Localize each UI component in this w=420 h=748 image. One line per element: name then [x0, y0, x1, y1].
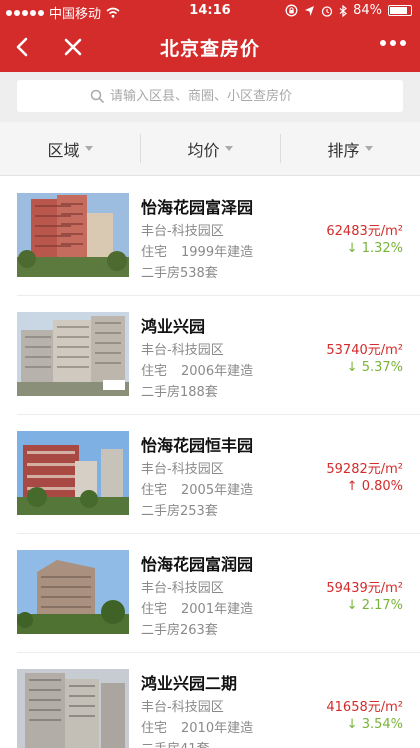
build-year: 1999年建造 — [181, 245, 254, 260]
filter-label: 区域 — [47, 140, 80, 160]
property-type: 住宅 — [141, 245, 168, 260]
battery-percent: 84% — [353, 3, 382, 18]
status-bar: 中国移动 14:16 84% — [0, 0, 420, 22]
avg-price: 53740元/m² — [326, 343, 403, 358]
type-year: 住宅 2006年建造 — [141, 360, 253, 379]
rotation-lock-icon — [285, 4, 298, 17]
battery-icon — [388, 5, 412, 16]
search-box[interactable] — [17, 80, 403, 112]
property-type: 住宅 — [141, 721, 168, 736]
filter-sort[interactable]: 排序 — [280, 122, 420, 175]
build-year: 2001年建造 — [181, 602, 254, 617]
build-year: 2006年建造 — [181, 364, 254, 379]
community-name: 怡海花园恒丰园 — [141, 436, 254, 455]
price-change: ↑ 0.80% — [346, 479, 403, 494]
build-year: 2010年建造 — [181, 721, 254, 736]
search-input[interactable] — [110, 88, 330, 104]
bluetooth-icon — [339, 4, 348, 17]
alarm-icon — [321, 5, 333, 17]
caret-down-icon — [364, 146, 373, 151]
page-title: 北京查房价 — [159, 38, 260, 60]
property-type: 住宅 — [141, 602, 168, 617]
list-item[interactable]: 鸿业兴园 丰台-科技园区 住宅 2006年建造 二手房188套 53740元/m… — [17, 296, 420, 415]
listing-count: 二手房188套 — [141, 385, 218, 400]
list-item[interactable]: 怡海花园富泽园 丰台-科技园区 住宅 1999年建造 二手房538套 62483… — [17, 177, 420, 296]
more-icon[interactable] — [380, 40, 406, 46]
building-photo — [17, 312, 129, 396]
filter-label: 排序 — [327, 140, 360, 160]
listing-count: 二手房263套 — [141, 623, 218, 638]
search-bar — [0, 72, 420, 122]
filter-label: 均价 — [187, 140, 220, 160]
property-type: 住宅 — [141, 483, 168, 498]
community-district: 丰台-科技园区 — [141, 700, 224, 715]
community-name: 怡海花园富润园 — [141, 555, 254, 574]
avg-price: 41658元/m² — [326, 700, 403, 715]
filter-district[interactable]: 区域 — [0, 122, 140, 175]
building-photo — [17, 550, 129, 634]
community-district: 丰台-科技园区 — [141, 462, 224, 477]
caret-down-icon — [224, 146, 233, 151]
price-change: ↓ 2.17% — [346, 598, 403, 613]
community-name: 怡海花园富泽园 — [141, 198, 254, 217]
listing-count: 二手房41套 — [141, 738, 210, 748]
community-district: 丰台-科技园区 — [141, 224, 224, 239]
community-district: 丰台-科技园区 — [141, 581, 224, 596]
community-name: 鸿业兴园二期 — [141, 674, 238, 693]
listing-count: 二手房538套 — [141, 266, 218, 281]
avg-price: 62483元/m² — [326, 224, 403, 239]
avg-price: 59439元/m² — [326, 581, 403, 596]
listing-count: 二手房253套 — [141, 504, 218, 519]
community-district: 丰台-科技园区 — [141, 343, 224, 358]
list-item[interactable]: 怡海花园富润园 丰台-科技园区 住宅 2001年建造 二手房263套 59439… — [17, 534, 420, 653]
avg-price: 59282元/m² — [326, 462, 403, 477]
search-icon — [90, 89, 104, 103]
community-list: 怡海花园富泽园 丰台-科技园区 住宅 1999年建造 二手房538套 62483… — [0, 177, 420, 748]
community-name: 鸿业兴园 — [141, 317, 206, 336]
filter-bar: 区域 均价 排序 — [0, 122, 420, 176]
location-icon — [305, 5, 315, 16]
type-year: 住宅 2010年建造 — [141, 717, 253, 736]
building-photo — [17, 193, 129, 277]
build-year: 2005年建造 — [181, 483, 254, 498]
building-photo — [17, 669, 129, 748]
type-year: 住宅 2001年建造 — [141, 598, 253, 617]
filter-avg-price[interactable]: 均价 — [140, 122, 280, 175]
status-right: 84% — [285, 3, 412, 18]
building-photo — [17, 431, 129, 515]
list-item[interactable]: 鸿业兴园二期 丰台-科技园区 住宅 2010年建造 二手房41套 41658元/… — [17, 653, 420, 748]
type-year: 住宅 2005年建造 — [141, 479, 253, 498]
price-change: ↓ 1.32% — [346, 241, 403, 256]
nav-bar: 北京查房价 — [0, 22, 420, 72]
type-year: 住宅 1999年建造 — [141, 241, 253, 260]
price-change: ↓ 5.37% — [346, 360, 403, 375]
property-type: 住宅 — [141, 364, 168, 379]
caret-down-icon — [84, 146, 93, 151]
price-change: ↓ 3.54% — [346, 717, 403, 732]
list-item[interactable]: 怡海花园恒丰园 丰台-科技园区 住宅 2005年建造 二手房253套 59282… — [17, 415, 420, 534]
